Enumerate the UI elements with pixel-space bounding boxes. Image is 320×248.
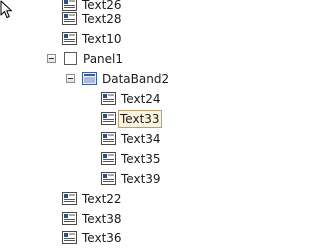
tree-item-text28[interactable]: Text28: [0, 9, 254, 29]
text-icon: [101, 171, 116, 186]
panel-icon: [63, 51, 78, 66]
tree-item-label: Text33: [118, 110, 162, 128]
collapse-toggle-icon[interactable]: [47, 54, 56, 63]
tree-item-label: Text34: [121, 132, 161, 146]
tree-item-text36[interactable]: Text36: [0, 228, 254, 248]
text-icon: [101, 91, 116, 106]
tree-item-text33[interactable]: Text33: [0, 109, 254, 129]
tree-item-label: Text35: [121, 152, 161, 166]
tree-item-panel1[interactable]: Panel1: [0, 49, 254, 69]
text-icon: [62, 230, 77, 245]
report-tree: Text26 Text28 Text10 Panel1 DataBand2 Te…: [0, 0, 254, 248]
tree-item-label: Panel1: [83, 52, 124, 66]
tree-item-label: Text22: [82, 192, 122, 206]
databand-icon: [82, 71, 97, 86]
text-icon: [101, 131, 116, 146]
tree-item-text24[interactable]: Text24: [0, 89, 254, 109]
text-icon: [101, 111, 116, 126]
text-icon: [62, 31, 77, 46]
text-icon: [62, 211, 77, 226]
tree-item-label: Text36: [82, 231, 122, 245]
tree-item-text10[interactable]: Text10: [0, 29, 254, 49]
tree-item-label: Text24: [121, 92, 161, 106]
tree-item-text35[interactable]: Text35: [0, 149, 254, 169]
collapse-toggle-icon[interactable]: [66, 74, 75, 83]
text-icon: [62, 11, 77, 26]
tree-item-label: DataBand2: [102, 72, 170, 86]
tree-item-text34[interactable]: Text34: [0, 129, 254, 149]
text-icon: [62, 191, 77, 206]
tree-item-label: Text39: [121, 172, 161, 186]
tree-item-label: Text38: [82, 212, 122, 226]
tree-item-databand2[interactable]: DataBand2: [0, 69, 254, 89]
tree-item-text39[interactable]: Text39: [0, 169, 254, 189]
tree-item-label: Text10: [82, 32, 122, 46]
tree-item-text22[interactable]: Text22: [0, 189, 254, 209]
text-icon: [101, 151, 116, 166]
mouse-pointer-icon: [0, 0, 14, 20]
tree-item-text38[interactable]: Text38: [0, 209, 254, 229]
tree-item-label: Text28: [82, 12, 122, 26]
